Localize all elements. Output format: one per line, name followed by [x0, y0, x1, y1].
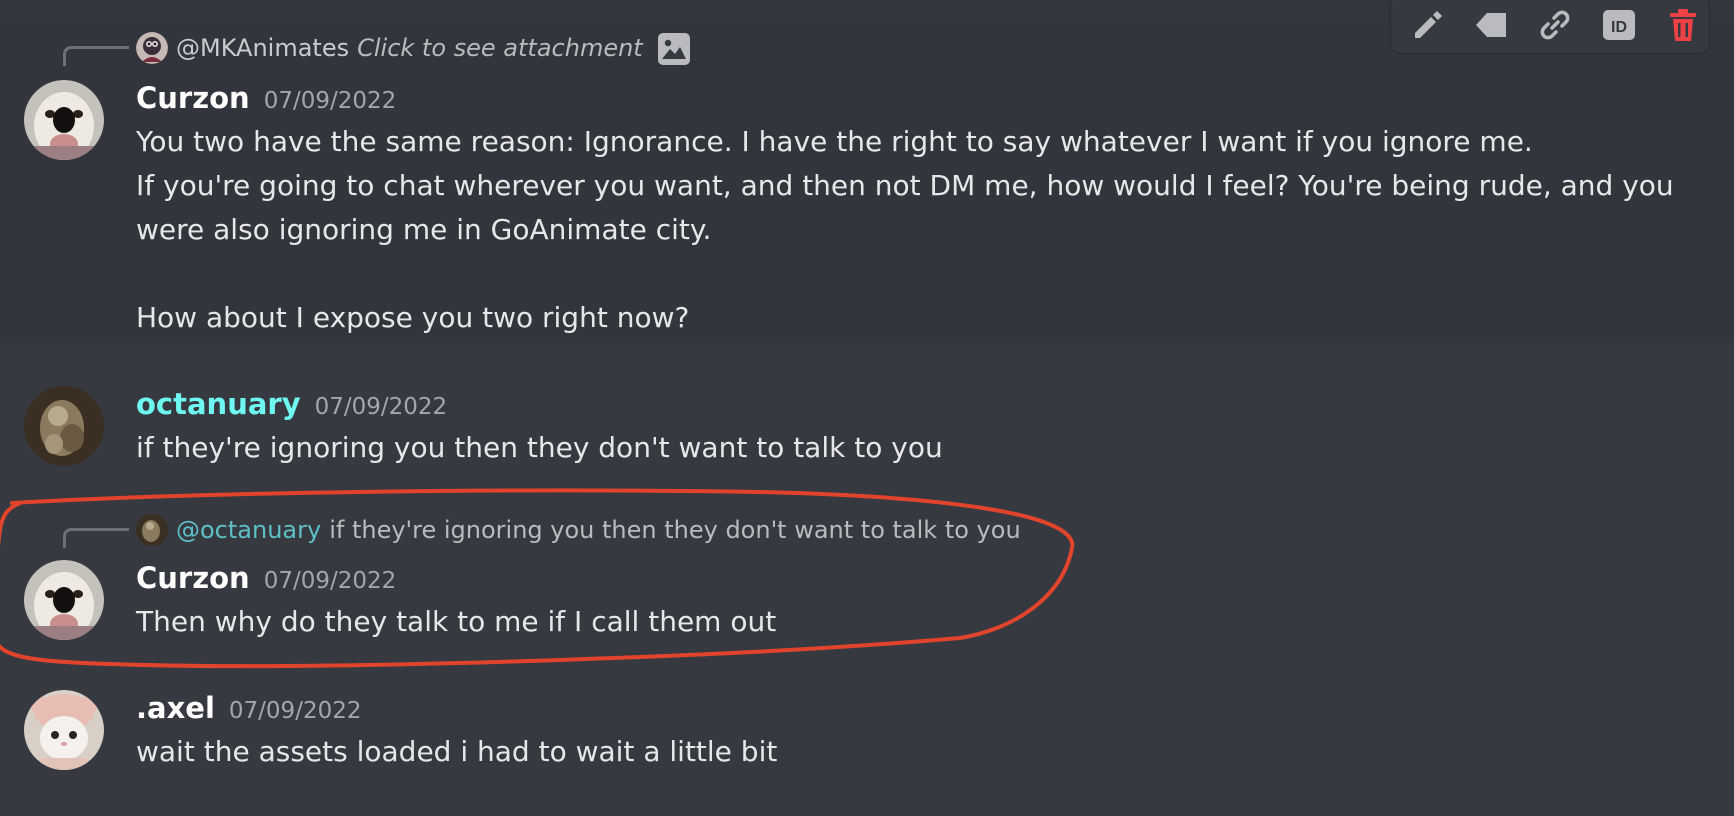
timestamp[interactable]: 07/09/2022	[264, 568, 397, 594]
timestamp[interactable]: 07/09/2022	[264, 88, 397, 114]
axel-avatar-image	[24, 690, 104, 770]
message-content: if they're ignoring you then they don't …	[136, 431, 943, 464]
message-curzon-2[interactable]: @octanuary if they're ignoring you then t…	[0, 510, 1734, 660]
trash-icon	[1670, 9, 1696, 41]
copy-link-button[interactable]	[1535, 5, 1575, 45]
timestamp[interactable]: 07/09/2022	[229, 698, 362, 724]
reply-quoted-text[interactable]: if they're ignoring you then they don't …	[329, 516, 1020, 544]
reply-avatar-mkanimates[interactable]	[136, 32, 168, 64]
username[interactable]: octanuary	[136, 387, 301, 421]
octanuary-reply-avatar-image	[136, 514, 168, 546]
message-curzon-1[interactable]: @MKAnimates Click to see attachment Curzo…	[0, 0, 1734, 343]
avatar-axel[interactable]	[24, 690, 104, 770]
message-header: Curzon 07/09/2022	[136, 80, 396, 119]
reply-preview[interactable]: @octanuary if they're ignoring you then t…	[176, 514, 1021, 546]
octanuary-avatar-image	[24, 386, 104, 466]
curzon-avatar-image	[24, 560, 104, 640]
message-axel[interactable]: .axel 07/09/2022 wait the assets loaded i…	[0, 680, 1734, 780]
tag-button[interactable]	[1471, 5, 1511, 45]
curzon-avatar-image	[24, 80, 104, 160]
timestamp[interactable]: 07/09/2022	[315, 394, 448, 420]
reply-preview[interactable]: @MKAnimates Click to see attachment	[176, 32, 691, 66]
message-content: wait the assets loaded i had to wait a l…	[136, 735, 778, 768]
copy-id-button[interactable]: ID	[1599, 5, 1639, 45]
message-actions-toolbar: ID	[1390, 0, 1710, 54]
reply-mention[interactable]: @MKAnimates	[176, 34, 349, 62]
message-header: .axel 07/09/2022	[136, 690, 361, 729]
image-icon[interactable]	[657, 32, 691, 66]
chat-view: @MKAnimates Click to see attachment Curzo…	[0, 0, 1734, 816]
message-content: You two have the same reason: Ignorance.…	[136, 125, 1674, 334]
pencil-icon	[1415, 11, 1442, 38]
message-content: Then why do they talk to me if I call th…	[136, 605, 777, 638]
edit-button[interactable]	[1407, 5, 1447, 45]
id-icon-label: ID	[1611, 19, 1627, 36]
message-header: Curzon 07/09/2022	[136, 560, 396, 599]
username[interactable]: .axel	[136, 691, 215, 725]
message-header: octanuary 07/09/2022	[136, 386, 447, 425]
avatar-curzon[interactable]	[24, 560, 104, 640]
link-icon	[1540, 10, 1570, 40]
avatar-octanuary[interactable]	[24, 386, 104, 466]
reply-avatar-octanuary[interactable]	[136, 514, 168, 546]
reply-attachment-text[interactable]: Click to see attachment	[357, 34, 643, 62]
tag-icon	[1476, 13, 1506, 37]
reply-connector	[63, 528, 129, 548]
avatar-curzon[interactable]	[24, 80, 104, 160]
reply-connector	[63, 46, 129, 66]
id-icon: ID	[1603, 10, 1635, 40]
delete-button[interactable]	[1663, 5, 1703, 45]
username[interactable]: Curzon	[136, 561, 250, 595]
mkanimates-avatar-image	[136, 32, 168, 64]
message-octanuary[interactable]: octanuary 07/09/2022 if they're ignoring …	[0, 370, 1734, 470]
reply-mention[interactable]: @octanuary	[176, 516, 321, 544]
username[interactable]: Curzon	[136, 81, 250, 115]
